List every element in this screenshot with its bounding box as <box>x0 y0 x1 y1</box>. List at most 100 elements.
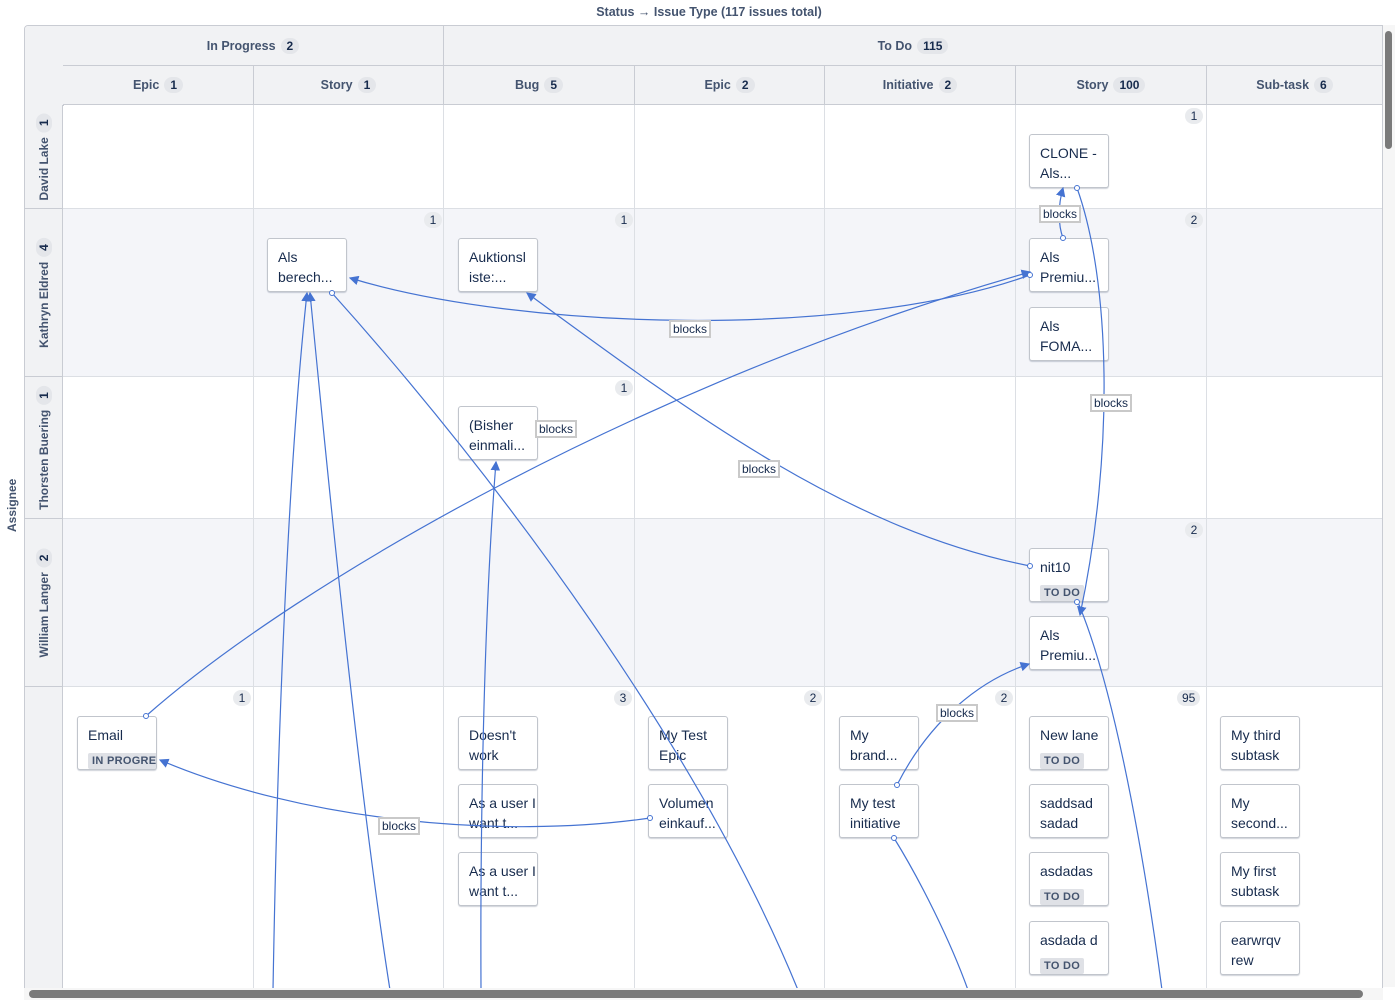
row-bg-kathryn-eldred <box>63 209 1382 377</box>
link-label[interactable]: blocks <box>669 320 712 338</box>
status-header-in-progress[interactable]: In Progress 2 <box>63 26 444 66</box>
link-label[interactable]: blocks <box>936 704 979 722</box>
card-title: My test initiative <box>850 795 901 831</box>
issue-card[interactable]: nit10 TO DO <box>1029 548 1109 602</box>
column-count-badge: 2 <box>938 77 958 93</box>
status-header-to-do[interactable]: To Do 115 <box>444 26 1382 66</box>
horizontal-scrollbar[interactable] <box>24 988 1383 1000</box>
card-title: As a user I want t... <box>469 863 536 899</box>
card-title: As a user I want t... <box>469 795 536 831</box>
row-header-kathryn-eldred[interactable]: Kathryn Eldred 4 <box>25 209 63 377</box>
issue-card[interactable]: (Bisher einmali... <box>458 406 538 460</box>
issue-card[interactable]: My test initiative <box>839 784 919 838</box>
column-header-initiative[interactable]: Initiative 2 <box>825 66 1016 105</box>
cell-count: 95 <box>1177 690 1201 706</box>
issue-card[interactable]: asdadas TO DO <box>1029 852 1109 906</box>
card-title: Als Premiu... <box>1040 627 1097 663</box>
issue-card[interactable]: Volumen einkauf... <box>648 784 728 838</box>
status-count-badge: 2 <box>280 37 300 54</box>
column-header-sub-task[interactable]: Sub-task 6 <box>1207 66 1382 105</box>
issue-card[interactable]: As a user I want t... <box>458 784 538 838</box>
row-label: Kathryn Eldred <box>36 261 51 348</box>
issue-card[interactable]: My brand... <box>839 716 919 770</box>
row-label: William Langer <box>36 571 51 657</box>
link-label[interactable]: blocks <box>738 460 781 478</box>
issue-card[interactable]: Als FOMA... <box>1029 307 1109 361</box>
column-count-badge: 100 <box>1113 77 1146 93</box>
column-label: Epic <box>132 78 160 92</box>
column-divider <box>443 105 444 988</box>
issue-card[interactable]: New lane TO DO <box>1029 716 1109 770</box>
issue-card[interactable]: My third subtask <box>1220 716 1300 770</box>
cell-count: 3 <box>614 690 632 706</box>
column-header-bug[interactable]: Bug 5 <box>444 66 635 105</box>
vertical-scrollbar[interactable] <box>1383 25 1395 987</box>
status-label: To Do <box>877 38 913 53</box>
issue-card[interactable]: Email IN PROGRESS <box>77 716 157 770</box>
column-divider <box>253 105 254 988</box>
column-header-story[interactable]: Story 1 <box>254 66 444 105</box>
issue-card[interactable]: My Test Epic <box>648 716 728 770</box>
issue-card[interactable]: CLONE - Als... <box>1029 134 1109 188</box>
row-bg-david-lake <box>63 105 1382 209</box>
issue-card[interactable]: Als berech... <box>267 238 347 292</box>
issue-card[interactable]: Als Premiu... <box>1029 238 1109 292</box>
card-title: earwrqv rew <box>1231 932 1281 968</box>
link-label[interactable]: blocks <box>378 817 421 835</box>
row-count-badge: 2 <box>35 548 52 567</box>
link-label[interactable]: blocks <box>535 420 578 438</box>
card-title: saddsad sadad <box>1040 795 1093 831</box>
column-label: Initiative <box>882 78 934 92</box>
card-title: My Test Epic <box>659 727 707 763</box>
column-header-epic[interactable]: Epic 1 <box>63 66 254 105</box>
scrollbar-thumb[interactable] <box>1385 31 1392 149</box>
row-count-badge: 1 <box>35 385 52 405</box>
issue-card[interactable]: asdada d TO DO <box>1029 921 1109 975</box>
issue-card[interactable]: earwrqv rew <box>1220 921 1300 975</box>
link-label[interactable]: blocks <box>1090 394 1133 412</box>
row-bg-william-langer <box>63 519 1382 687</box>
card-title: Als berech... <box>278 249 333 285</box>
cell-count: 1 <box>1185 108 1203 124</box>
card-title: Email <box>88 727 124 743</box>
column-count-badge: 5 <box>544 77 563 93</box>
cell-count: 2 <box>1185 212 1203 228</box>
issue-card[interactable]: saddsad sadad <box>1029 784 1109 838</box>
row-label: Thorsten Buering <box>36 409 51 510</box>
cell-count: 1 <box>615 380 633 396</box>
status-lozenge: TO DO <box>1040 585 1085 601</box>
row-header-unassigned[interactable] <box>25 687 63 988</box>
column-label: Epic <box>704 78 731 92</box>
card-title: My first subtask <box>1231 863 1280 899</box>
card-title: Auktionsl iste:... <box>469 249 526 285</box>
issue-card[interactable]: Doesn't work <box>458 716 538 770</box>
issue-card[interactable]: My first subtask <box>1220 852 1300 906</box>
row-bg-thorsten-buering <box>63 377 1382 519</box>
issue-card[interactable]: As a user I want t... <box>458 852 538 906</box>
column-divider <box>634 105 635 988</box>
link-label[interactable]: blocks <box>1039 205 1082 223</box>
column-header-story[interactable]: Story 100 <box>1016 66 1207 105</box>
cell-count: 2 <box>1185 522 1203 538</box>
card-title: New lane <box>1040 727 1099 743</box>
status-lozenge: TO DO <box>1040 889 1085 905</box>
row-count-badge: 4 <box>35 237 52 257</box>
issue-card[interactable]: My second... <box>1220 784 1300 838</box>
issue-card[interactable]: Als Premiu... <box>1029 616 1109 670</box>
row-header-thorsten-buering[interactable]: Thorsten Buering 1 <box>25 377 63 519</box>
card-title: CLONE - Als... <box>1040 145 1097 181</box>
row-header-david-lake[interactable]: David Lake 1 <box>25 105 63 209</box>
card-title: nit10 <box>1040 559 1071 575</box>
card-title: Als FOMA... <box>1040 318 1093 354</box>
status-label: In Progress <box>206 38 276 53</box>
card-title: Volumen einkauf... <box>659 795 716 831</box>
card-title: My third subtask <box>1231 727 1281 763</box>
column-label: Sub-task <box>1256 78 1310 92</box>
matrix-grid: In Progress 2 To Do 115 Epic 1 Story 1 Bug 5 … <box>24 25 1383 989</box>
column-label: Story <box>1076 78 1109 92</box>
column-divider <box>1015 105 1016 988</box>
issue-card[interactable]: Auktionsl iste:... <box>458 238 538 292</box>
row-header-william-langer[interactable]: William Langer 2 <box>25 519 63 687</box>
column-header-epic[interactable]: Epic 2 <box>635 66 825 105</box>
scrollbar-thumb[interactable] <box>29 990 1363 998</box>
